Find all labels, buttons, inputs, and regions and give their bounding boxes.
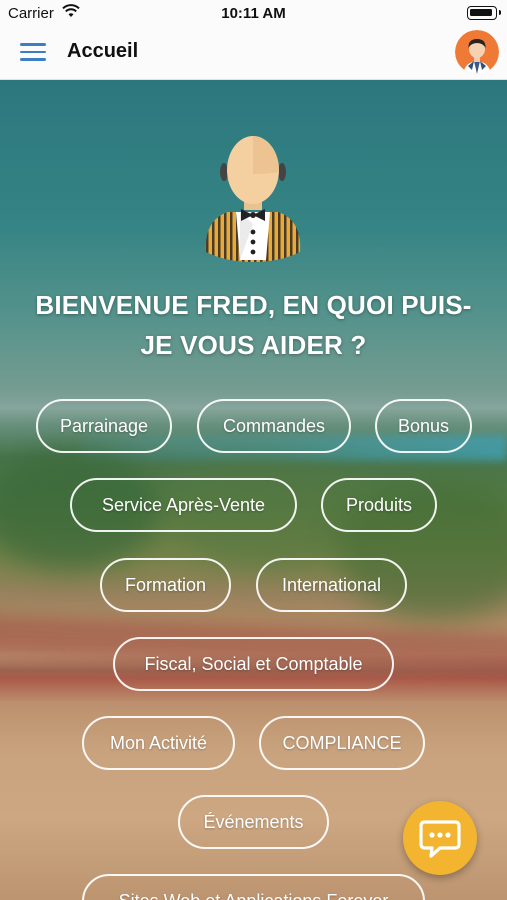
topic-fiscal-social-comptable[interactable]: Fiscal, Social et Comptable xyxy=(113,637,394,691)
topic-mon-activite[interactable]: Mon Activité xyxy=(82,716,235,770)
welcome-message: BIENVENUE FRED, EN QUOI PUIS- JE VOUS AI… xyxy=(0,285,507,365)
page-title: Accueil xyxy=(67,40,139,62)
topic-produits[interactable]: Produits xyxy=(321,478,437,532)
butler-icon xyxy=(200,132,306,262)
topic-commandes[interactable]: Commandes xyxy=(197,399,351,453)
topic-bonus[interactable]: Bonus xyxy=(375,399,472,453)
chat-bubble-icon xyxy=(419,820,461,858)
battery-icon xyxy=(467,6,501,20)
topic-service-apres-vente[interactable]: Service Après-Vente xyxy=(70,478,297,532)
chat-button[interactable] xyxy=(403,801,477,875)
topic-parrainage[interactable]: Parrainage xyxy=(36,399,172,453)
topic-formation[interactable]: Formation xyxy=(100,558,231,612)
topic-compliance[interactable]: COMPLIANCE xyxy=(259,716,425,770)
user-avatar[interactable] xyxy=(455,30,499,74)
status-bar: Carrier 10:11 AM xyxy=(0,0,507,28)
topic-sites-web-applications[interactable]: Sites Web et Applications Forever xyxy=(82,874,425,900)
welcome-line-2: JE VOUS AIDER ? xyxy=(140,330,367,360)
topic-evenements[interactable]: Événements xyxy=(178,795,329,849)
topic-international[interactable]: International xyxy=(256,558,407,612)
nav-bar: Accueil xyxy=(0,28,507,80)
hero-section: BIENVENUE FRED, EN QUOI PUIS- JE VOUS AI… xyxy=(0,80,507,900)
clock: 10:11 AM xyxy=(221,5,286,22)
welcome-line-1: BIENVENUE FRED, EN QUOI PUIS- xyxy=(35,290,472,320)
hamburger-menu-icon[interactable] xyxy=(20,43,48,65)
